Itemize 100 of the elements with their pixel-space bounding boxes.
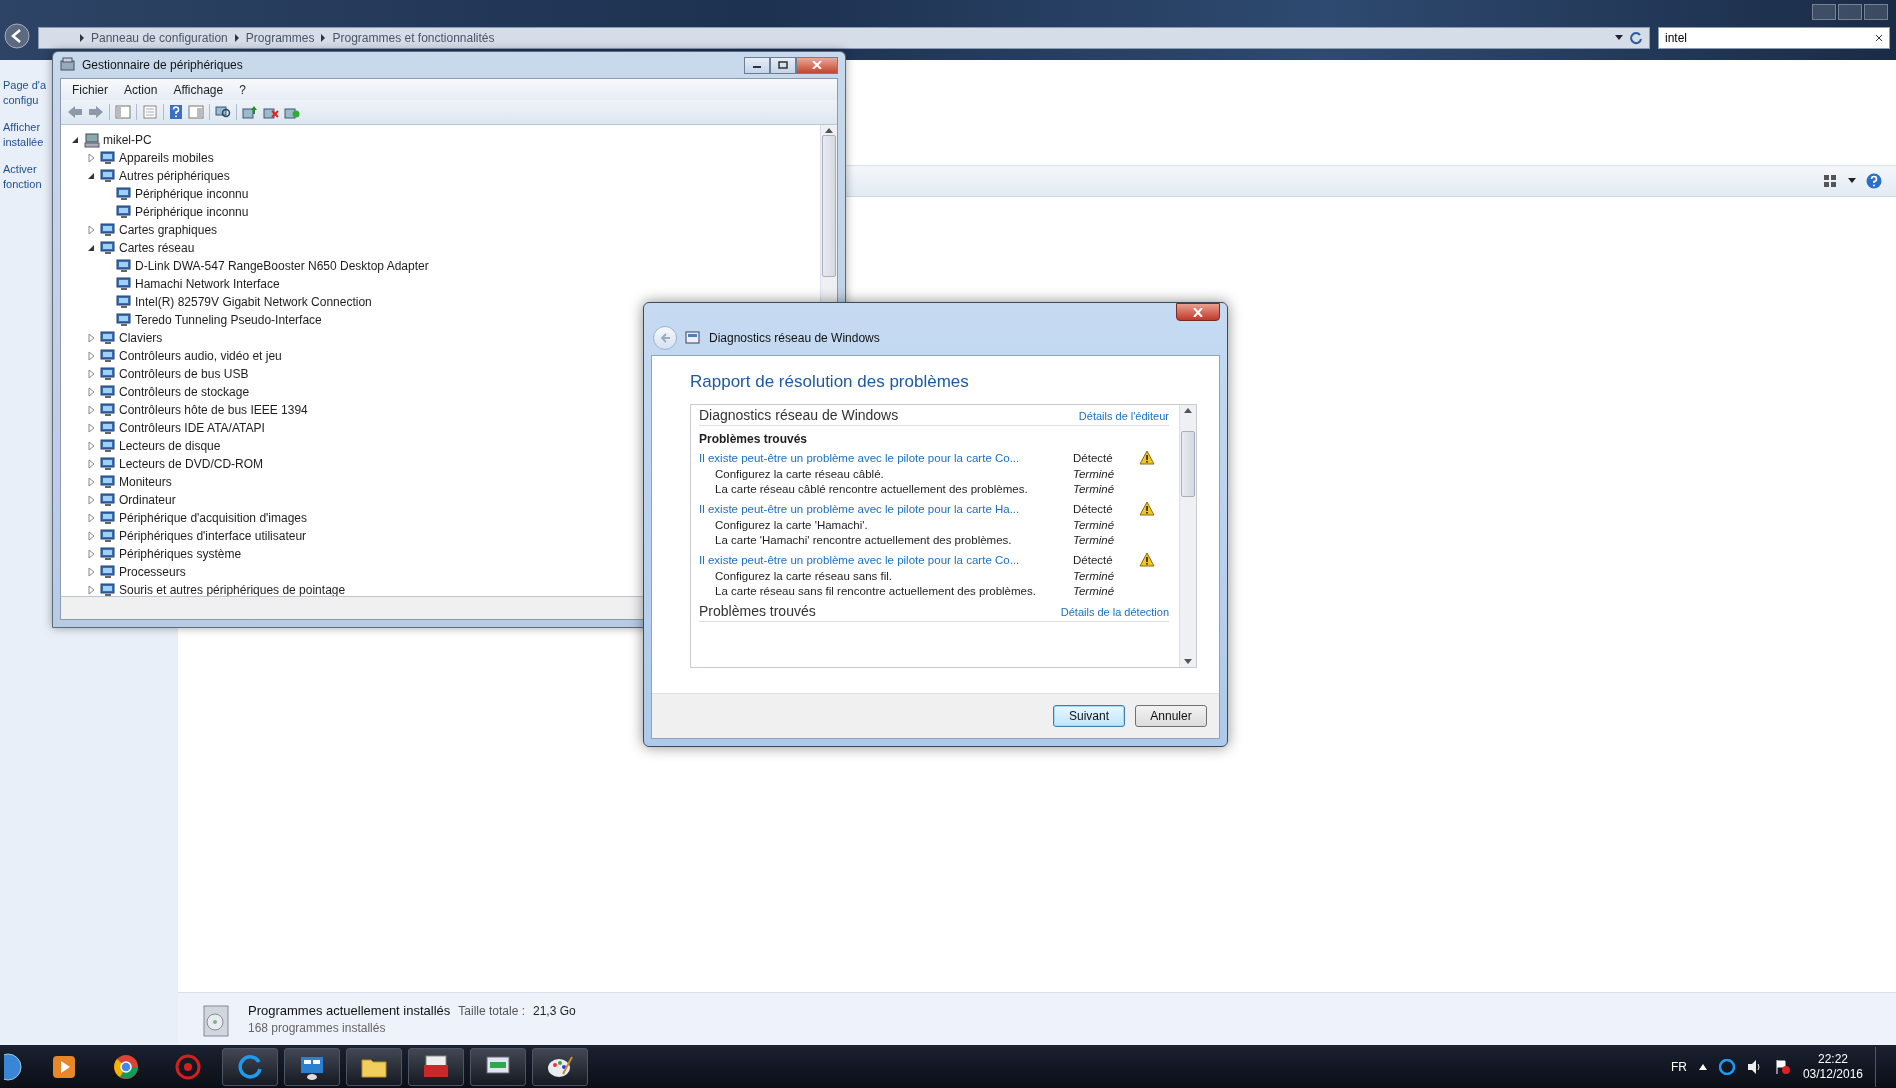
tree-item[interactable]: Processeurs	[119, 565, 186, 579]
tree-item[interactable]: Ordinateur	[119, 493, 176, 507]
tree-item[interactable]: D-Link DWA-547 RangeBooster N650 Desktop Adapter	[135, 259, 429, 273]
close-button[interactable]	[1176, 303, 1220, 321]
taskbar-button[interactable]	[408, 1047, 464, 1086]
maximize-button[interactable]	[770, 56, 796, 74]
problem-link[interactable]: Il existe peut-être un problème avec le pilote pour la carte Co...	[699, 553, 1073, 566]
expand-arrow-icon[interactable]	[85, 476, 97, 488]
taskbar-button[interactable]	[346, 1047, 402, 1086]
tree-item[interactable]: Souris et autres périphériques de pointage	[119, 583, 346, 596]
expand-arrow-icon[interactable]	[85, 458, 97, 470]
minimize-button[interactable]	[744, 56, 770, 74]
tree-item[interactable]: Périphérique d'acquisition d'images	[119, 511, 308, 525]
tree-item[interactable]: Contrôleurs IDE ATA/ATAPI	[119, 421, 265, 435]
view-options-icon[interactable]	[1824, 175, 1838, 187]
tree-item[interactable]: Cartes réseau	[119, 241, 195, 255]
expand-arrow-icon[interactable]	[85, 152, 97, 164]
dropdown-caret-icon[interactable]	[1615, 35, 1623, 41]
side-link[interactable]: Afficher installée	[3, 120, 44, 150]
scrollbar[interactable]	[1179, 405, 1196, 667]
details-link[interactable]: Détails de l'éditeur	[1078, 410, 1169, 422]
expand-arrow-icon[interactable]	[85, 494, 97, 506]
expand-arrow-icon[interactable]	[85, 584, 97, 596]
update-driver-icon[interactable]	[242, 105, 258, 119]
help-icon[interactable]	[169, 104, 183, 120]
menu-item[interactable]: Affichage	[166, 80, 231, 99]
tree-item[interactable]: Hamachi Network Interface	[135, 277, 280, 291]
breadcrumb-item[interactable]: Panneau de configuration	[91, 31, 228, 45]
scroll-thumb[interactable]	[822, 135, 836, 277]
tree-item[interactable]: Autres périphériques	[119, 169, 230, 183]
tree-item[interactable]: Teredo Tunneling Pseudo-Interface	[135, 313, 322, 327]
breadcrumb-item[interactable]: Programmes	[245, 31, 315, 45]
dropdown-caret-icon[interactable]	[1848, 178, 1856, 184]
taskbar-button[interactable]	[532, 1047, 588, 1086]
tree-item[interactable]: Contrôleurs de bus USB	[119, 367, 249, 381]
expand-arrow-icon[interactable]	[85, 224, 97, 236]
language-indicator[interactable]: FR	[1670, 1059, 1687, 1074]
side-link[interactable]: Page d'a configu	[3, 78, 47, 108]
expand-arrow-icon[interactable]	[85, 548, 97, 560]
refresh-icon[interactable]	[1629, 31, 1643, 45]
expand-arrow-icon[interactable]	[85, 404, 97, 416]
breadcrumb-arrow-icon	[320, 34, 327, 42]
expand-arrow-icon[interactable]	[85, 368, 97, 380]
uninstall-icon[interactable]	[263, 105, 279, 119]
tree-item[interactable]: Lecteurs de DVD/CD-ROM	[119, 457, 264, 471]
tree-item[interactable]: Contrôleurs hôte de bus IEEE 1394	[119, 403, 308, 417]
enable-icon[interactable]	[284, 105, 300, 119]
expand-arrow-icon[interactable]	[85, 422, 97, 434]
warning-icon	[1139, 450, 1155, 465]
size-value: 21,3 Go	[533, 1004, 576, 1018]
clock[interactable]: 22:22 03/12/2016	[1802, 1051, 1863, 1082]
scan-icon[interactable]	[215, 105, 231, 119]
tree-item[interactable]: Claviers	[119, 331, 163, 345]
expand-arrow-icon[interactable]	[85, 566, 97, 578]
tree-item[interactable]: Contrôleurs audio, vidéo et jeu	[119, 349, 282, 363]
up-arrow-icon[interactable]	[1698, 1063, 1707, 1070]
problem-link[interactable]: Il existe peut-être un problème avec le pilote pour la carte Ha...	[699, 502, 1073, 515]
tree-item[interactable]: Lecteurs de disque	[119, 439, 221, 453]
flag-error-icon[interactable]	[1774, 1058, 1791, 1075]
tree-item[interactable]: Périphériques système	[119, 547, 242, 561]
menu-item[interactable]: ?	[232, 80, 253, 99]
dialog-button[interactable]: Suivant	[1053, 705, 1125, 727]
tree-item[interactable]: Périphérique inconnu	[135, 187, 249, 201]
tree-item[interactable]: mikel-PC	[103, 133, 152, 147]
tree-item[interactable]: Périphériques d'interface utilisateur	[119, 529, 307, 543]
forward-arrow-icon[interactable]	[88, 105, 104, 119]
tree-item[interactable]: Contrôleurs de stockage	[119, 385, 250, 399]
breadcrumb-item[interactable]: Programmes et fonctionnalités	[332, 31, 495, 45]
scroll-thumb[interactable]	[1181, 431, 1195, 497]
expand-arrow-icon[interactable]	[85, 386, 97, 398]
tree-item[interactable]: Appareils mobiles	[119, 151, 214, 165]
tree-item[interactable]: Intel(R) 82579V Gigabit Network Connection	[135, 295, 372, 309]
tree-item[interactable]: Périphérique inconnu	[135, 205, 249, 219]
tree-item[interactable]: Moniteurs	[119, 475, 172, 489]
device-icon	[100, 168, 116, 184]
side-link[interactable]: Activer fonction	[3, 162, 42, 192]
expand-arrow-icon[interactable]	[85, 530, 97, 542]
dialog-button[interactable]: Annuler	[1135, 705, 1207, 727]
taskbar-button[interactable]	[222, 1047, 278, 1086]
expand-arrow-icon[interactable]	[85, 512, 97, 524]
help-icon[interactable]	[1866, 173, 1882, 189]
search-field[interactable]: intel	[1658, 27, 1890, 49]
dialog-heading: Rapport de résolution des problèmes	[690, 372, 970, 392]
problem-link[interactable]: Il existe peut-être un problème avec le pilote pour la carte Co...	[699, 451, 1073, 464]
expand-arrow-icon[interactable]	[85, 440, 97, 452]
close-icon[interactable]	[1875, 34, 1883, 42]
details-link[interactable]: Détails de la détection	[1060, 606, 1169, 618]
status-text: Détecté	[1073, 502, 1114, 515]
tree-item[interactable]: Cartes graphiques	[119, 223, 218, 237]
expand-arrow-icon[interactable]	[85, 350, 97, 362]
taskbar-button[interactable]	[284, 1047, 340, 1086]
speaker-icon[interactable]	[1746, 1058, 1763, 1075]
taskbar-button[interactable]	[470, 1047, 526, 1086]
menu-item[interactable]: Fichier	[65, 80, 115, 99]
back-button[interactable]	[4, 23, 30, 49]
close-button[interactable]	[796, 56, 838, 74]
address-bar[interactable]: Panneau de configuration Programmes Programmes et fonctionnalités	[38, 27, 1650, 49]
back-arrow-icon[interactable]	[67, 105, 83, 119]
expand-arrow-icon[interactable]	[85, 332, 97, 344]
menu-item[interactable]: Action	[117, 80, 165, 99]
